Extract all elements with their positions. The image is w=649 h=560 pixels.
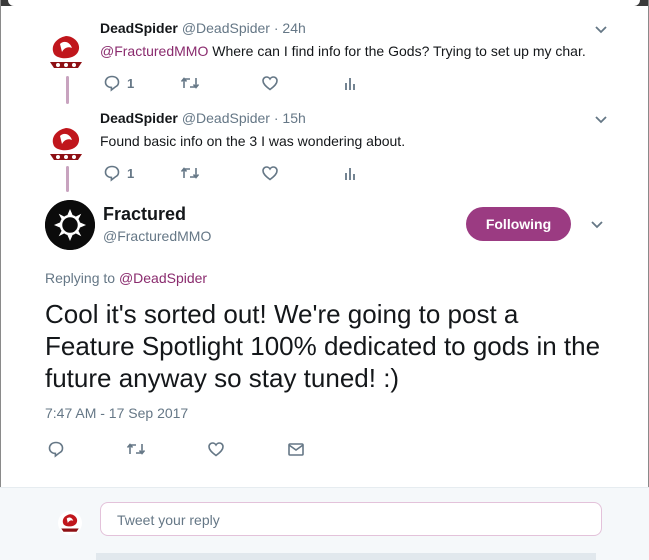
mention-link[interactable]: @DeadSpider: [119, 270, 207, 286]
heart-icon: [208, 442, 224, 457]
mention-link[interactable]: @FracturedMMO: [100, 43, 208, 59]
heart-icon: [262, 76, 278, 91]
retweet-icon: [180, 77, 200, 89]
avatar: [58, 511, 82, 535]
bottom-bar: [96, 553, 596, 560]
tweet-text: Cool it's sorted out! We're going to pos…: [45, 299, 601, 393]
author-line: DeadSpider @DeadSpider · 24h: [100, 20, 306, 36]
tweet-text: Found basic info on the 3 I was wonderin…: [100, 133, 406, 149]
author-line: DeadSpider @DeadSpider · 15h: [100, 110, 306, 126]
avatar[interactable]: [44, 30, 88, 74]
thread-connector: [66, 76, 69, 104]
following-button[interactable]: Following: [466, 207, 571, 241]
window-frame-left: [0, 0, 1, 560]
tweet-time[interactable]: · 24h: [274, 20, 306, 36]
reply-icon: [104, 165, 120, 182]
analytics-button[interactable]: [343, 164, 357, 182]
heart-icon: [262, 166, 278, 181]
replying-to: Replying to @DeadSpider: [45, 270, 208, 286]
retweet-button[interactable]: [126, 440, 146, 458]
reply-button[interactable]: 1: [103, 164, 134, 182]
author-name[interactable]: DeadSpider: [100, 110, 178, 126]
author-handle[interactable]: @FracturedMMO: [103, 228, 211, 244]
like-button[interactable]: [207, 440, 225, 458]
avatar[interactable]: [44, 122, 88, 166]
analytics-button[interactable]: [343, 74, 357, 92]
retweet-button[interactable]: [180, 164, 200, 182]
like-button[interactable]: [261, 164, 279, 182]
thread-connector: [66, 166, 69, 192]
reply-button[interactable]: 1: [103, 74, 134, 92]
tweet-time[interactable]: · 15h: [274, 110, 306, 126]
direct-message-button[interactable]: [287, 440, 305, 458]
envelope-icon: [288, 443, 304, 456]
tweet-timestamp[interactable]: 7:47 AM - 17 Sep 2017: [45, 405, 188, 421]
chevron-down-icon[interactable]: [592, 20, 610, 38]
reply-icon: [48, 441, 64, 458]
retweet-button[interactable]: [180, 74, 200, 92]
like-button[interactable]: [261, 74, 279, 92]
chevron-down-icon[interactable]: [592, 110, 610, 128]
chevron-down-icon[interactable]: [588, 215, 606, 233]
reply-count: 1: [127, 75, 135, 91]
author-handle[interactable]: @DeadSpider: [182, 110, 270, 126]
reply-icon: [104, 75, 120, 92]
reply-input[interactable]: Tweet your reply: [100, 502, 602, 536]
reply-count: 1: [127, 165, 135, 181]
retweet-icon: [126, 443, 146, 455]
window-frame-top: [0, 0, 649, 6]
tweet-text: @FracturedMMO Where can I find info for …: [100, 43, 586, 59]
analytics-icon: [345, 168, 355, 180]
retweet-icon: [180, 167, 200, 179]
author-handle[interactable]: @DeadSpider: [182, 20, 270, 36]
author-name[interactable]: Fractured: [103, 204, 186, 225]
reply-button[interactable]: [47, 440, 65, 458]
avatar[interactable]: [45, 200, 95, 250]
analytics-icon: [345, 78, 355, 90]
author-name[interactable]: DeadSpider: [100, 20, 178, 36]
